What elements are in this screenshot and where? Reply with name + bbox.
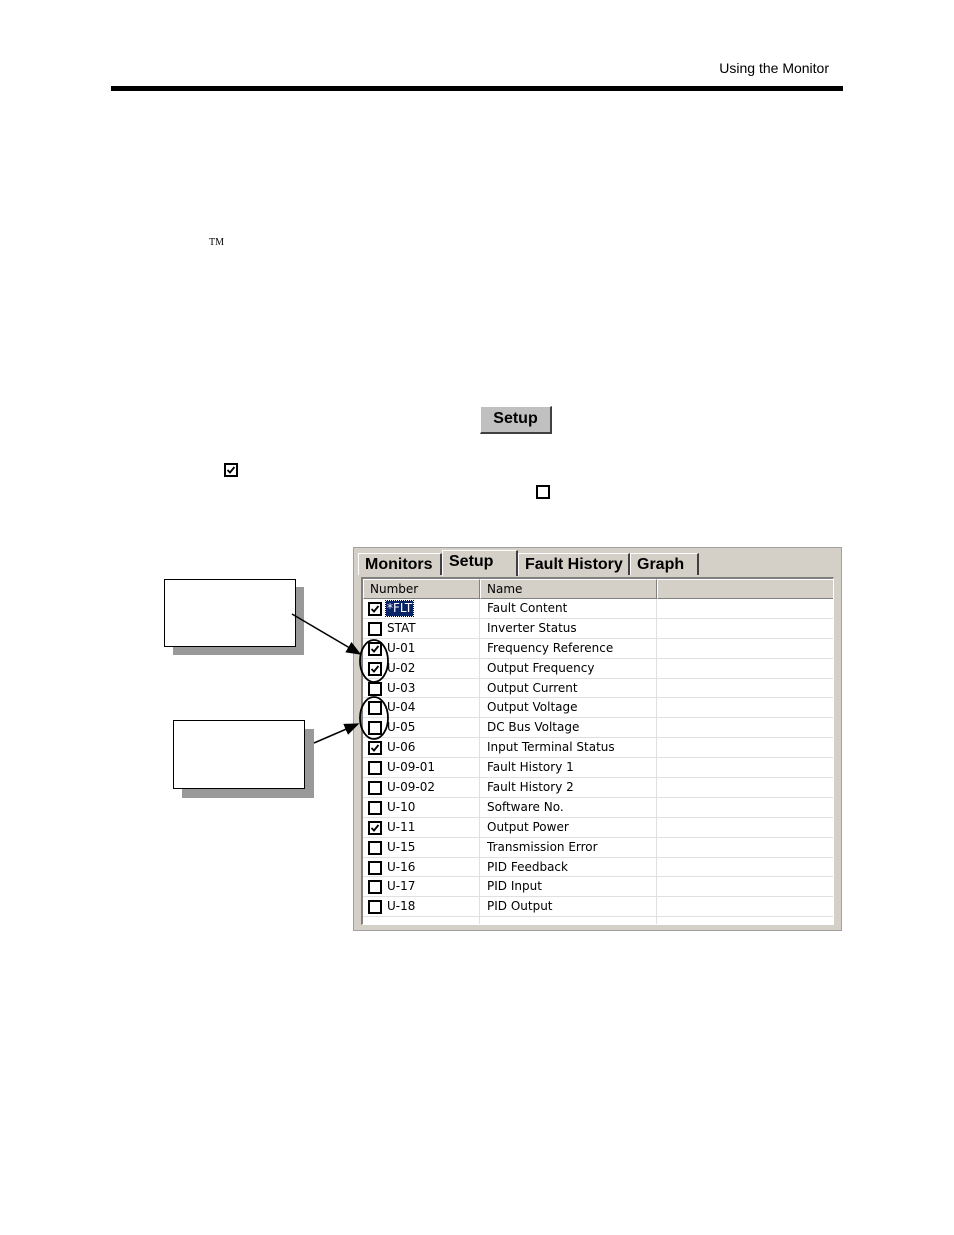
monitor-number: U-10	[387, 799, 416, 814]
callout-arrow	[313, 723, 360, 744]
monitor-name: Fault Content	[487, 601, 568, 615]
list-item[interactable]: U-15 Transmission Error	[363, 838, 833, 858]
monitor-number: STAT	[387, 620, 416, 635]
monitor-name: PID Output	[487, 899, 553, 914]
list-header: Number Name	[363, 579, 833, 599]
callout-unchecked-box	[173, 720, 305, 789]
unchecked-checkbox[interactable]	[368, 621, 382, 636]
list-item[interactable]: U-05 DC Bus Voltage	[363, 718, 833, 739]
list-item[interactable]: U-06 Input Terminal Status	[363, 738, 833, 759]
unchecked-checkbox[interactable]	[368, 681, 382, 696]
unchecked-checkbox[interactable]	[368, 721, 382, 736]
monitor-number: U-09-02	[387, 780, 435, 795]
monitor-name: PID Input	[487, 879, 542, 894]
monitor-number: U-06	[387, 740, 416, 755]
list-item[interactable]: U-03 Output Current	[363, 679, 833, 699]
unchecked-checkbox[interactable]	[368, 840, 382, 855]
callout-checked-box	[164, 579, 296, 647]
unchecked-checkbox[interactable]	[368, 761, 382, 776]
monitor-number: U-15	[387, 839, 416, 854]
list-item[interactable]: *FLT Fault Content	[363, 599, 833, 619]
monitor-number: U-01	[387, 640, 416, 655]
monitor-name: PID Feedback	[487, 859, 568, 874]
monitor-name: Fault History 2	[487, 780, 574, 795]
monitor-name: Output Voltage	[487, 700, 578, 715]
checked-checkbox[interactable]	[368, 741, 382, 756]
unchecked-checkbox[interactable]	[368, 800, 382, 815]
monitor-name: DC Bus Voltage	[487, 720, 580, 735]
list-item[interactable]: U-01 Frequency Reference	[363, 639, 833, 659]
list-item[interactable]: U-09-01 Fault History 1	[363, 758, 833, 779]
monitor-number: U-17	[387, 879, 416, 894]
column-header-name[interactable]: Name	[480, 579, 657, 599]
list-item[interactable]: U-04 Output Voltage	[363, 698, 833, 719]
checked-checkbox-icon	[224, 463, 238, 477]
monitor-name: Frequency Reference	[487, 640, 614, 655]
monitor-name: Software No.	[487, 799, 564, 814]
list-rows: *FLT Fault Content STAT Inverter Status U-01…	[363, 599, 833, 918]
column-header-blank[interactable]	[657, 579, 833, 599]
monitor-name: Fault History 1	[487, 760, 574, 775]
page-header-title: Using the Monitor	[719, 60, 829, 76]
monitor-number: *FLT	[384, 600, 415, 617]
trademark-symbol: TM	[209, 237, 224, 248]
monitor-name: Input Terminal Status	[487, 740, 615, 755]
setup-button-image: Setup	[480, 406, 552, 434]
monitor-name: Output Frequency	[487, 660, 595, 675]
unchecked-checkbox[interactable]	[368, 900, 382, 915]
monitor-list[interactable]: Number Name *FLT Fault Content STAT Inverte…	[361, 577, 834, 925]
list-item[interactable]: U-16 PID Feedback	[363, 858, 833, 878]
list-item[interactable]: U-17 PID Input	[363, 877, 833, 898]
unchecked-checkbox[interactable]	[368, 880, 382, 895]
list-item[interactable]: U-11 Output Power	[363, 818, 833, 838]
column-header-number[interactable]: Number	[363, 579, 480, 599]
monitor-name: Transmission Error	[487, 839, 598, 854]
tab-graph[interactable]: Graph	[630, 553, 699, 575]
list-item[interactable]: U-18 PID Output	[363, 897, 833, 918]
monitor-number: U-11	[387, 819, 416, 834]
monitor-name: Output Power	[487, 819, 569, 834]
monitor-number: U-04	[387, 700, 416, 715]
checked-checkbox[interactable]	[368, 661, 382, 676]
monitor-number: U-09-01	[387, 760, 435, 775]
list-item[interactable]: STAT Inverter Status	[363, 619, 833, 639]
list-item[interactable]: U-02 Output Frequency	[363, 659, 833, 679]
tab-fault-history[interactable]: Fault History	[518, 553, 630, 575]
header-rule	[111, 86, 843, 91]
monitor-window: Monitors Setup Fault History Graph Numbe…	[353, 547, 842, 931]
monitor-number: U-03	[387, 680, 416, 695]
unchecked-checkbox[interactable]	[368, 701, 382, 716]
unchecked-checkbox[interactable]	[368, 781, 382, 796]
unchecked-checkbox[interactable]	[368, 860, 382, 875]
monitor-name: Inverter Status	[487, 620, 577, 635]
monitor-number: U-18	[387, 899, 416, 914]
checked-checkbox[interactable]	[368, 820, 382, 835]
tab-setup[interactable]: Setup	[442, 550, 518, 576]
unchecked-checkbox-icon	[536, 485, 550, 499]
monitor-number: U-05	[387, 720, 416, 735]
monitor-number: U-02	[387, 660, 416, 675]
checked-checkbox[interactable]	[368, 602, 382, 616]
list-item[interactable]: U-10 Software No.	[363, 798, 833, 818]
monitor-name: Output Current	[487, 680, 578, 695]
monitor-number: U-16	[387, 859, 416, 874]
list-item[interactable]: U-09-02 Fault History 2	[363, 778, 833, 798]
tab-monitors[interactable]: Monitors	[358, 553, 442, 575]
checked-checkbox[interactable]	[368, 641, 382, 656]
